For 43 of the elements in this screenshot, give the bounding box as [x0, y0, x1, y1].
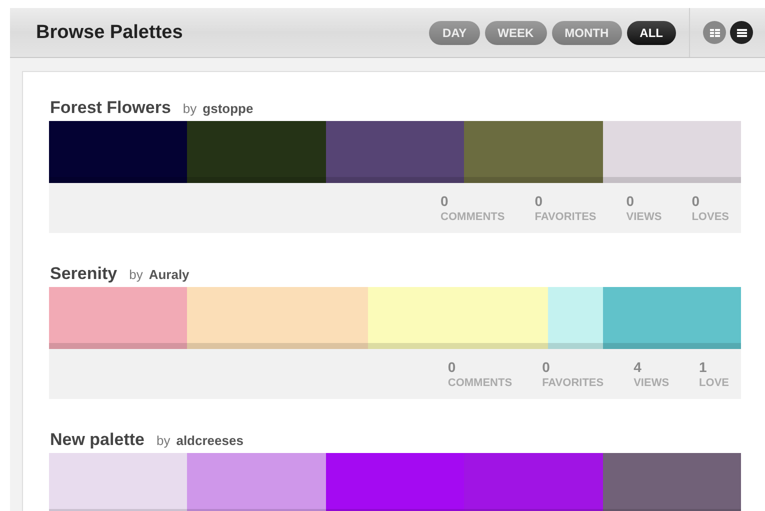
color-swatch[interactable] — [326, 121, 464, 183]
by-label: by — [156, 433, 170, 448]
author-link[interactable]: aldcreeses — [176, 433, 244, 448]
stat-count: 0 — [692, 193, 700, 209]
palette-title[interactable]: Serenity — [50, 264, 118, 284]
author-link[interactable]: gstoppe — [202, 101, 254, 116]
color-swatch[interactable] — [187, 453, 326, 511]
stat-label: LOVE — [699, 377, 729, 389]
palette-title[interactable]: Forest Flowers — [50, 98, 171, 118]
color-swatch[interactable] — [602, 287, 741, 349]
color-swatch[interactable] — [602, 453, 742, 511]
stat-label: VIEWS — [634, 377, 670, 389]
color-swatch[interactable] — [187, 121, 326, 183]
stat-count: 0 — [448, 359, 457, 375]
color-swatch[interactable] — [548, 287, 603, 349]
stat-count: 0 — [542, 359, 551, 375]
stat-label: COMMENTS — [440, 211, 505, 223]
stat-count: 4 — [634, 359, 642, 375]
stat-count: 1 — [699, 359, 708, 375]
color-swatch[interactable] — [602, 121, 742, 183]
stat-label: COMMENTS — [448, 377, 512, 389]
by-label: by — [129, 267, 143, 282]
stat-count: 0 — [440, 193, 450, 209]
palette-title[interactable]: New palette — [50, 430, 144, 450]
by-label: by — [182, 101, 197, 116]
stat-label: VIEWS — [626, 211, 662, 223]
color-swatch[interactable] — [49, 121, 188, 183]
stat-label: FAVORITES — [534, 211, 596, 223]
stat-count: 0 — [534, 193, 544, 209]
color-swatch[interactable] — [326, 453, 464, 511]
color-swatch[interactable] — [49, 287, 188, 349]
author-link[interactable]: Auraly — [148, 267, 190, 282]
stat-label: LOVES — [692, 211, 729, 223]
color-swatch[interactable] — [464, 121, 603, 183]
color-swatch[interactable] — [49, 453, 188, 511]
page-title: Browse Palettes — [36, 22, 184, 44]
filter-tab[interactable]: ALL — [626, 20, 676, 44]
color-swatch[interactable] — [187, 287, 368, 349]
stat-label: FAVORITES — [542, 377, 604, 389]
stat-count: 0 — [626, 193, 636, 209]
color-swatch[interactable] — [464, 453, 603, 511]
color-swatch[interactable] — [368, 287, 548, 349]
list-view-icon[interactable] — [730, 21, 753, 44]
